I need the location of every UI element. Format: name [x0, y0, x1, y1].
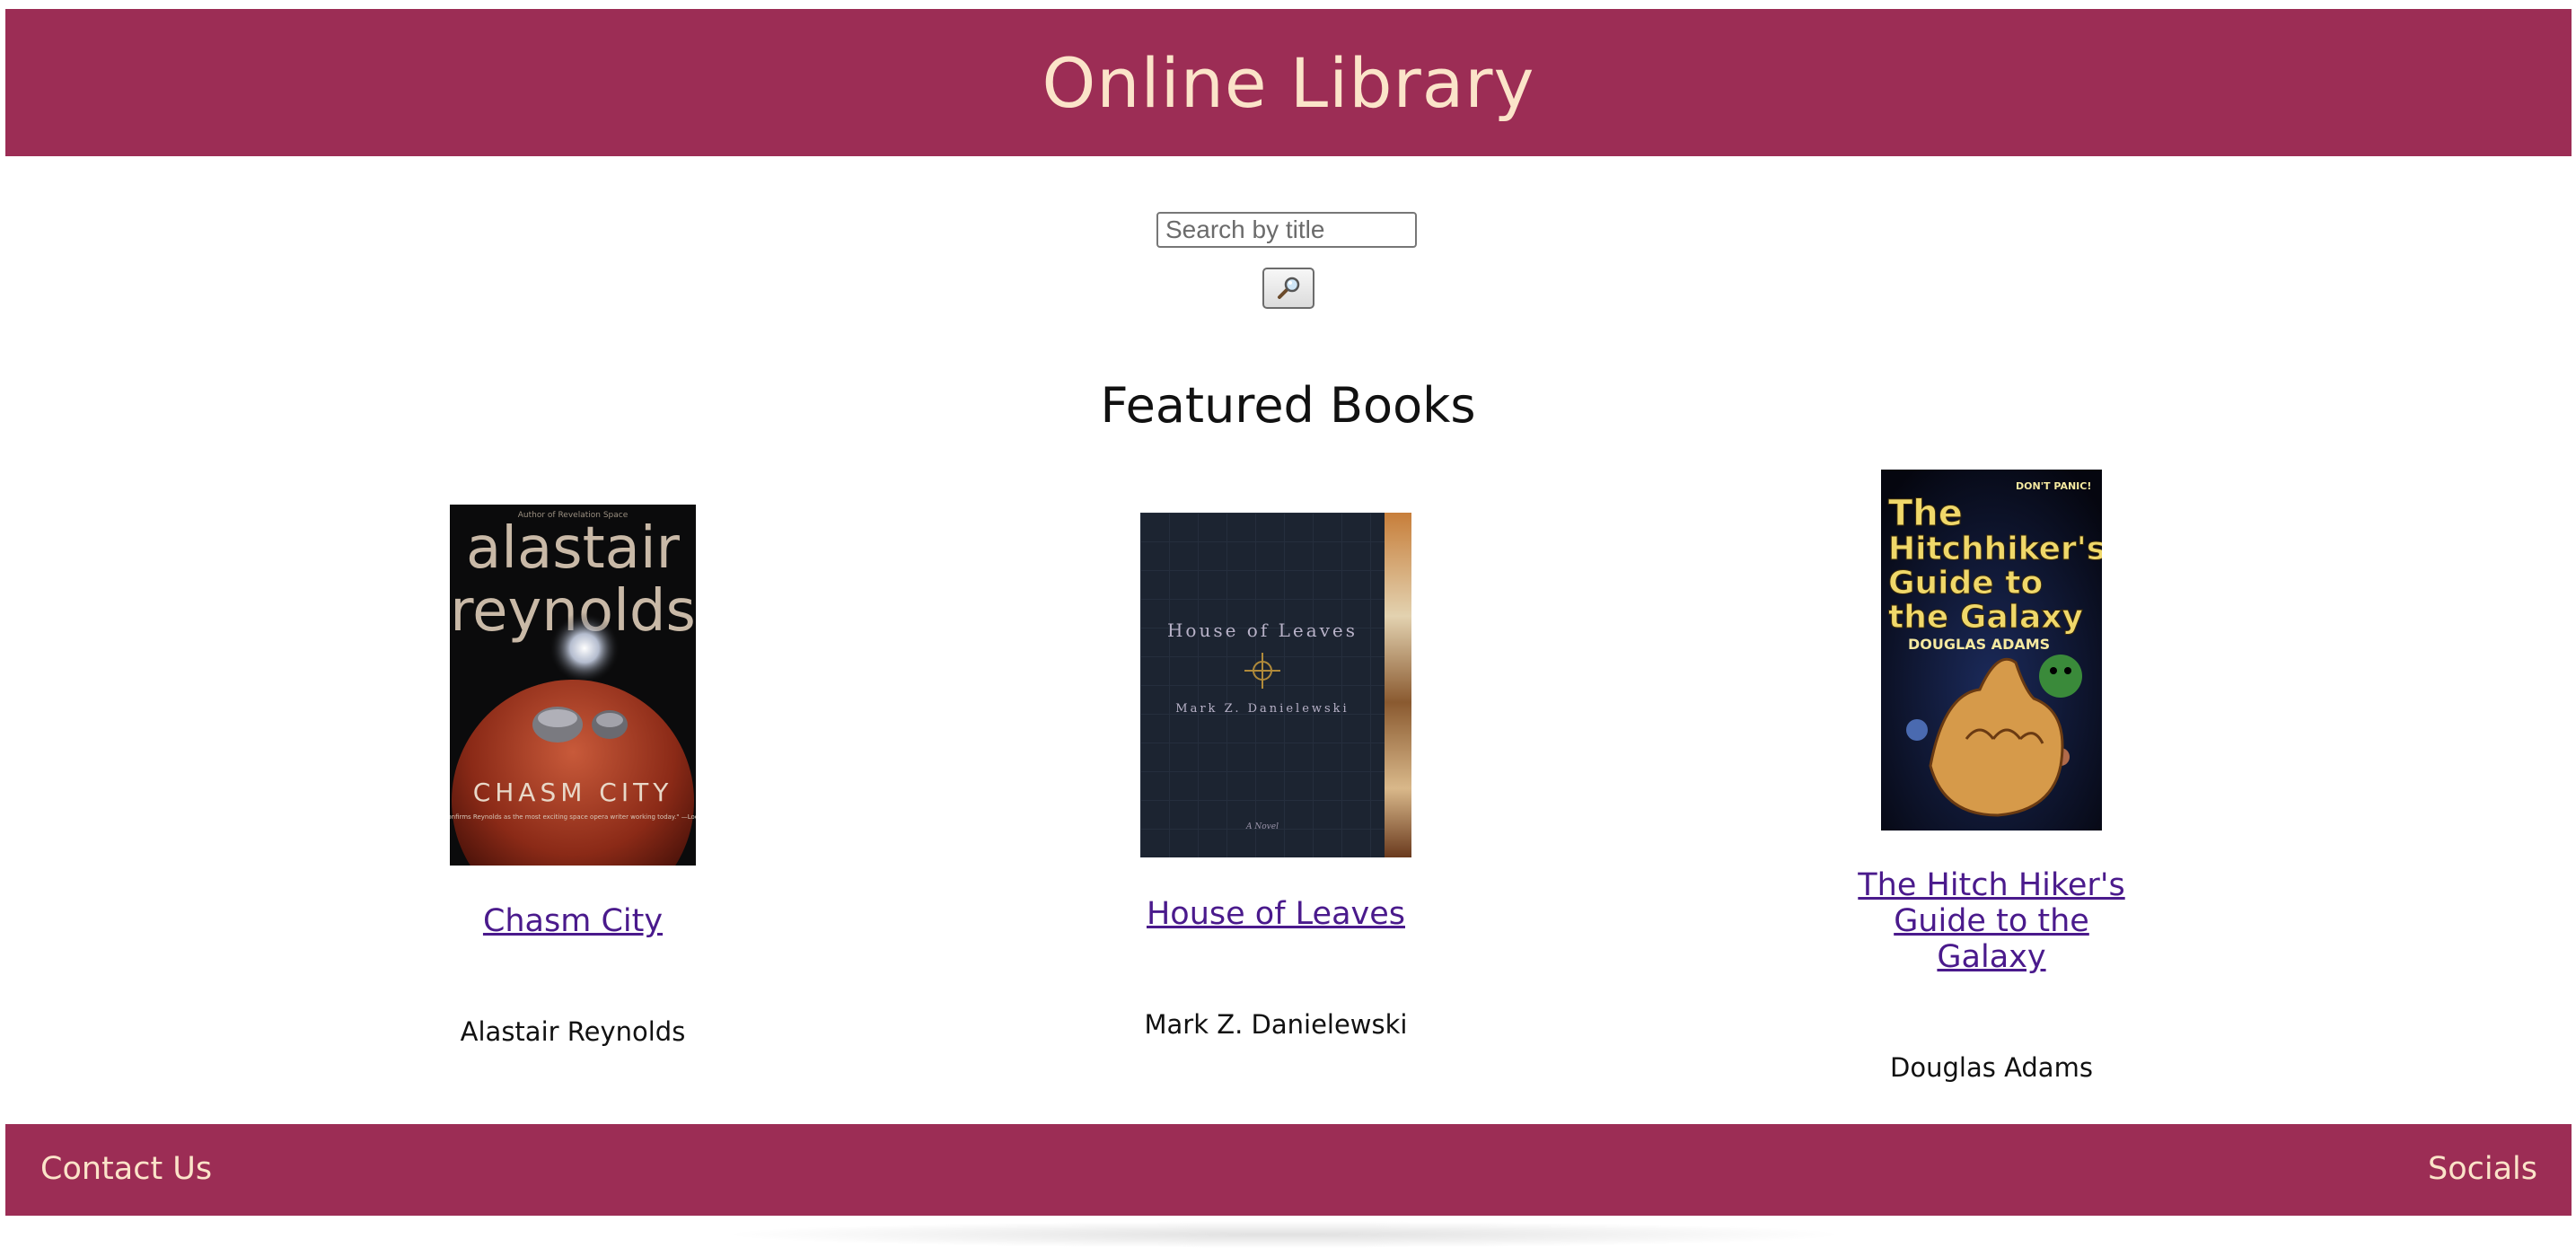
site-footer: Contact Us Socials [5, 1124, 2572, 1216]
bottom-shadow [718, 1221, 1850, 1248]
book-title-link[interactable]: House of Leaves [1096, 896, 1455, 932]
cover-author-first: alastair [466, 515, 681, 582]
book-author: Mark Z. Danielewski [1144, 1009, 1408, 1040]
search-input[interactable] [1156, 212, 1417, 248]
site-header: Online Library [5, 9, 2572, 156]
cover-title-line: Hitchhiker's [1888, 531, 2102, 567]
socials-link[interactable]: Socials [2428, 1151, 2537, 1187]
magnifying-glass-icon [1278, 277, 1300, 299]
book-title-link[interactable]: Chasm City [420, 903, 725, 939]
cover-title: CHASM CITY [473, 778, 673, 807]
featured-heading: Featured Books [1100, 377, 1476, 434]
book-title-link[interactable]: The Hitch Hiker's Guide to the Galaxy [1857, 867, 2126, 975]
site-title: Online Library [1042, 42, 1535, 123]
cover-title-line: Guide to [1888, 565, 2043, 602]
book-cover-hitchhikers-guide: DON'T PANIC! The Hitchhiker's Guide to t… [1881, 470, 2102, 831]
book-cover-house-of-leaves: House of Leaves Mark Z. Danielewski A No… [1140, 513, 1411, 857]
book-author: Douglas Adams [1890, 1052, 2093, 1083]
cover-author: DOUGLAS ADAMS [1908, 636, 2050, 653]
cover-subtitle: A Novel [1245, 822, 1279, 831]
cover-quote: "Confirms Reynolds as the most exciting … [450, 813, 696, 821]
cover-title: House of Leaves [1167, 620, 1358, 641]
contact-us-link[interactable]: Contact Us [40, 1151, 212, 1187]
cover-title-line: The [1888, 493, 1963, 534]
book-cover-chasm-city: Author of Revelation Space alastair reyn… [450, 505, 696, 866]
cover-top-line: DON'T PANIC! [2016, 480, 2091, 492]
cover-author: Mark Z. Danielewski [1175, 702, 1349, 716]
search-button[interactable] [1262, 268, 1314, 309]
cover-title-line: the Galaxy [1888, 599, 2083, 636]
book-author: Alastair Reynolds [460, 1016, 686, 1047]
